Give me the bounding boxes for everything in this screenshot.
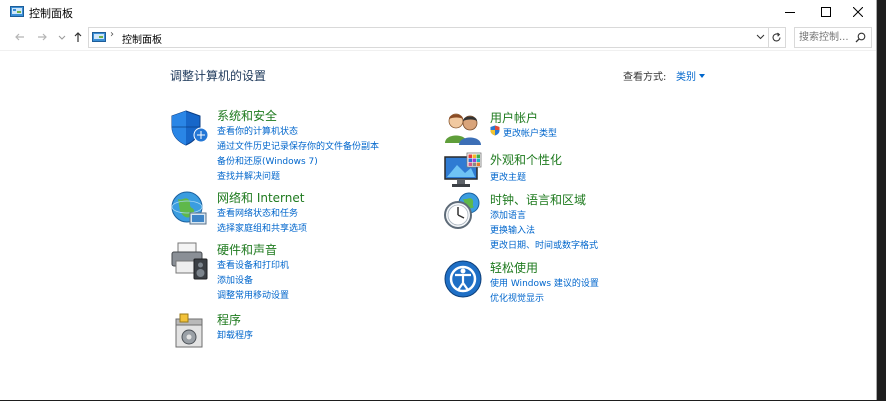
shield-icon[interactable]	[170, 107, 210, 147]
category-title[interactable]: 外观和个性化	[490, 151, 562, 168]
maximize-button[interactable]	[808, 0, 844, 24]
breadcrumb-separator[interactable]: ›	[110, 29, 114, 40]
monitor-palette-icon[interactable]	[443, 151, 483, 191]
view-by-value[interactable]: 类别	[676, 72, 696, 83]
clock-globe-icon[interactable]	[443, 191, 483, 231]
title-bar: 控制面板	[0, 0, 876, 24]
category-title[interactable]: 程序	[217, 311, 241, 328]
navigation-bar: › 控制面板	[0, 25, 876, 49]
users-icon[interactable]	[443, 109, 483, 149]
minimize-icon	[785, 12, 795, 13]
search-box[interactable]	[794, 27, 872, 48]
link-uninstall-program[interactable]: 卸载程序	[217, 328, 253, 341]
arrow-up-icon	[74, 32, 82, 42]
link-optimize-visual-display[interactable]: 优化视觉显示	[490, 291, 544, 304]
arrow-right-icon	[38, 33, 47, 41]
link-backup-restore[interactable]: 备份和还原(Windows 7)	[217, 154, 318, 167]
link-recommended-settings[interactable]: 使用 Windows 建议的设置	[490, 276, 599, 289]
search-input[interactable]	[799, 30, 853, 44]
control-panel-window: 控制面板 › 控制面板 搜索控制... 调整计算机的设置 查看方式: 类别 系统…	[0, 0, 877, 400]
category-title[interactable]: 网络和 Internet	[217, 189, 304, 206]
main-content: 调整计算机的设置 查看方式: 类别 系统和安全 查看你的计算机状态 通过文件历史…	[0, 50, 876, 401]
arrow-left-icon	[15, 33, 24, 41]
breadcrumb-control-panel[interactable]: 控制面板	[122, 31, 162, 46]
close-icon	[853, 7, 863, 17]
printer-speaker-icon[interactable]	[170, 241, 210, 281]
maximize-icon	[821, 7, 831, 17]
category-title[interactable]: 轻松使用	[490, 259, 538, 276]
uac-shield-icon	[490, 125, 500, 136]
link-mobility-settings[interactable]: 调整常用移动设置	[217, 288, 289, 301]
forward-button[interactable]	[34, 29, 50, 45]
link-homegroup-sharing[interactable]: 选择家庭组和共享选项	[217, 221, 307, 234]
minimize-button[interactable]	[772, 0, 808, 24]
ease-of-access-icon[interactable]	[443, 259, 483, 299]
link-file-history-backup[interactable]: 通过文件历史记录保存你的文件备份副本	[217, 139, 379, 152]
dropdown-arrow-icon[interactable]	[699, 74, 705, 78]
link-add-device[interactable]: 添加设备	[217, 273, 253, 286]
category-title[interactable]: 系统和安全	[217, 107, 277, 124]
link-troubleshoot[interactable]: 查找并解决问题	[217, 169, 280, 182]
link-change-date-time-format[interactable]: 更改日期、时间或数字格式	[490, 238, 598, 251]
refresh-button[interactable]	[768, 27, 786, 48]
window-title: 控制面板	[29, 7, 73, 20]
link-devices-printers[interactable]: 查看设备和打印机	[217, 258, 289, 271]
chevron-down-icon	[58, 35, 66, 40]
page-title: 调整计算机的设置	[170, 69, 267, 83]
category-title[interactable]: 用户帐户	[490, 109, 538, 126]
refresh-icon	[772, 32, 781, 42]
category-title[interactable]: 时钟、语言和区域	[490, 191, 586, 208]
chevron-down-icon[interactable]	[756, 34, 765, 40]
up-button[interactable]	[70, 29, 86, 45]
link-add-language[interactable]: 添加语言	[490, 208, 526, 221]
address-bar[interactable]: › 控制面板	[88, 27, 769, 48]
programs-icon[interactable]	[170, 311, 210, 351]
link-change-theme[interactable]: 更改主题	[490, 170, 526, 183]
control-panel-icon	[10, 6, 24, 17]
link-view-computer-status[interactable]: 查看你的计算机状态	[217, 124, 298, 137]
link-change-input-method[interactable]: 更换输入法	[490, 223, 535, 236]
back-button[interactable]	[12, 29, 28, 45]
view-by-dropdown[interactable]: 类别	[676, 68, 705, 83]
category-title[interactable]: 硬件和声音	[217, 241, 277, 258]
close-button[interactable]	[840, 0, 876, 24]
link-change-account-type[interactable]: 更改帐户类型	[503, 126, 557, 139]
link-network-status[interactable]: 查看网络状态和任务	[217, 206, 298, 219]
network-globe-icon[interactable]	[170, 189, 210, 229]
view-by-label: 查看方式:	[623, 72, 667, 83]
search-icon[interactable]	[855, 32, 866, 43]
control-panel-icon	[92, 32, 106, 42]
recent-locations-button[interactable]	[54, 29, 70, 45]
